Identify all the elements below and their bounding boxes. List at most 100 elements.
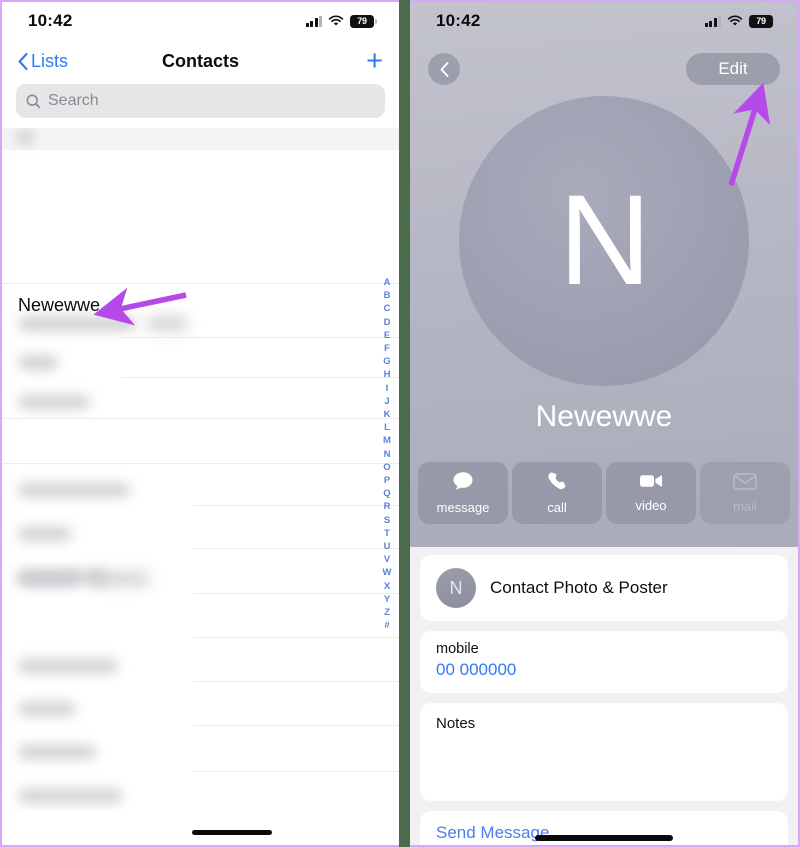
- alpha-index-n[interactable]: N: [384, 448, 391, 461]
- action-message-button[interactable]: message: [418, 462, 508, 524]
- alpha-index-p[interactable]: P: [384, 474, 390, 487]
- alpha-index-r[interactable]: R: [384, 500, 391, 513]
- contact-detail-screen: 10:42 79 Edit N Newewwe message call vid…: [410, 0, 800, 847]
- selected-contact-row[interactable]: Newewwe: [18, 295, 100, 316]
- message-bubble-icon: [452, 471, 474, 496]
- alpha-index-e[interactable]: E: [384, 329, 390, 342]
- blurred-text: [18, 355, 58, 370]
- blurred-text: [18, 572, 78, 586]
- action-call-button[interactable]: call: [512, 462, 602, 524]
- blurred-contact-row[interactable]: [18, 572, 150, 586]
- battery-level: 79: [756, 15, 766, 26]
- blurred-text: [18, 527, 72, 541]
- search-container: Search: [2, 82, 399, 128]
- blurred-text: [18, 659, 118, 673]
- avatar-initial: N: [558, 169, 651, 312]
- alpha-index-d[interactable]: D: [384, 316, 391, 329]
- cellular-signal-icon: [704, 15, 721, 27]
- alpha-index-c[interactable]: C: [384, 302, 391, 315]
- alpha-index-a[interactable]: A: [384, 276, 391, 289]
- alpha-index-o[interactable]: O: [383, 461, 390, 474]
- edit-button[interactable]: Edit: [686, 53, 780, 85]
- alpha-index-x[interactable]: X: [384, 580, 390, 593]
- mini-avatar: N: [436, 568, 476, 608]
- back-button[interactable]: [428, 53, 460, 85]
- alpha-index-t[interactable]: T: [384, 527, 390, 540]
- left-bottom-area: [2, 817, 399, 845]
- blurred-contact-row[interactable]: [18, 789, 122, 803]
- alpha-index-h[interactable]: H: [384, 368, 391, 381]
- alpha-index-w[interactable]: W: [383, 566, 392, 579]
- row-divider: [2, 418, 399, 419]
- video-camera-icon: [639, 473, 663, 494]
- blurred-contact-row[interactable]: [18, 316, 188, 331]
- blurred-contact-row[interactable]: [18, 745, 96, 759]
- blurred-contact-row[interactable]: [18, 702, 76, 716]
- alpha-index-j[interactable]: J: [384, 395, 389, 408]
- contact-name-label: Newewwe: [18, 295, 101, 315]
- contact-hero: 10:42 79 Edit N Newewwe message call vid…: [410, 2, 798, 547]
- alpha-index-l[interactable]: L: [384, 421, 390, 434]
- blurred-text: [146, 316, 188, 331]
- alpha-index-k[interactable]: K: [384, 408, 391, 421]
- phone-value[interactable]: 00 000000: [436, 660, 772, 680]
- contact-photo-poster-row[interactable]: N Contact Photo & Poster: [420, 555, 788, 621]
- blurred-contact-row[interactable]: [18, 527, 72, 541]
- phone-number-row[interactable]: mobile 00 000000: [420, 631, 788, 693]
- contact-avatar[interactable]: N: [459, 96, 749, 386]
- contact-name-title: Newewwe: [535, 400, 673, 433]
- back-to-lists-button[interactable]: Lists: [18, 51, 68, 72]
- status-time: 10:42: [28, 11, 73, 30]
- blurred-contact-row[interactable]: [18, 395, 90, 409]
- wifi-icon: [328, 15, 344, 27]
- contact-details-list: N Contact Photo & Poster mobile 00 00000…: [410, 547, 798, 845]
- back-label: Lists: [31, 50, 69, 71]
- action-mail-button[interactable]: mail: [700, 462, 790, 524]
- status-indicators: 79: [704, 14, 776, 28]
- row-divider: [192, 505, 399, 506]
- alpha-index-s[interactable]: S: [384, 514, 390, 527]
- blurred-text: [18, 316, 136, 331]
- contacts-list[interactable]: Newewwe A B C D E F G H I J K L M N O P Q R S T U V W X Y Z #: [2, 128, 399, 811]
- mini-avatar-initial: N: [449, 577, 463, 598]
- search-icon: [26, 93, 41, 108]
- alpha-index-u[interactable]: U: [384, 540, 391, 553]
- home-indicator: [535, 835, 673, 841]
- chevron-left-icon: [440, 61, 448, 77]
- battery-icon: 79: [749, 14, 776, 28]
- notes-row[interactable]: Notes: [420, 703, 788, 801]
- alpha-index-b[interactable]: B: [384, 289, 391, 302]
- alpha-index-z[interactable]: Z: [384, 606, 390, 619]
- blurred-contact-row[interactable]: [18, 355, 58, 370]
- alpha-index-v[interactable]: V: [384, 553, 390, 566]
- alphabet-index[interactable]: A B C D E F G H I J K L M N O P Q R S T U V W X Y Z #: [379, 276, 395, 632]
- blurred-section-letter: [16, 130, 34, 144]
- alpha-index-g[interactable]: G: [383, 355, 390, 368]
- send-message-row[interactable]: Send Message: [420, 811, 788, 845]
- blurred-contact-row[interactable]: [18, 659, 118, 673]
- battery-icon: 79: [350, 14, 377, 28]
- envelope-icon: [733, 472, 757, 495]
- quick-action-bar: message call video mail: [410, 462, 798, 524]
- phone-label: mobile: [436, 641, 479, 657]
- blurred-text: [88, 572, 150, 586]
- status-indicators: 79: [305, 14, 377, 28]
- alpha-index-hash[interactable]: #: [384, 619, 389, 632]
- search-input[interactable]: Search: [16, 84, 385, 118]
- plus-icon[interactable]: +: [366, 46, 383, 76]
- home-indicator: [192, 830, 272, 835]
- action-label: mail: [733, 498, 757, 514]
- alpha-index-i[interactable]: I: [386, 382, 389, 395]
- blurred-text: [18, 395, 90, 409]
- screenshot-stage: 10:42 79 Lists Contacts + Search Newewwe…: [0, 0, 800, 847]
- row-divider: [121, 337, 399, 338]
- blurred-text: [18, 702, 76, 716]
- action-video-button[interactable]: video: [606, 462, 696, 524]
- alpha-index-y[interactable]: Y: [384, 593, 390, 606]
- blurred-contact-row[interactable]: [18, 483, 130, 497]
- alpha-index-q[interactable]: Q: [383, 487, 390, 500]
- alpha-index-f[interactable]: F: [384, 342, 390, 355]
- notes-label: Notes: [436, 715, 476, 732]
- alpha-index-m[interactable]: M: [383, 434, 391, 447]
- chevron-left-icon: [18, 52, 28, 70]
